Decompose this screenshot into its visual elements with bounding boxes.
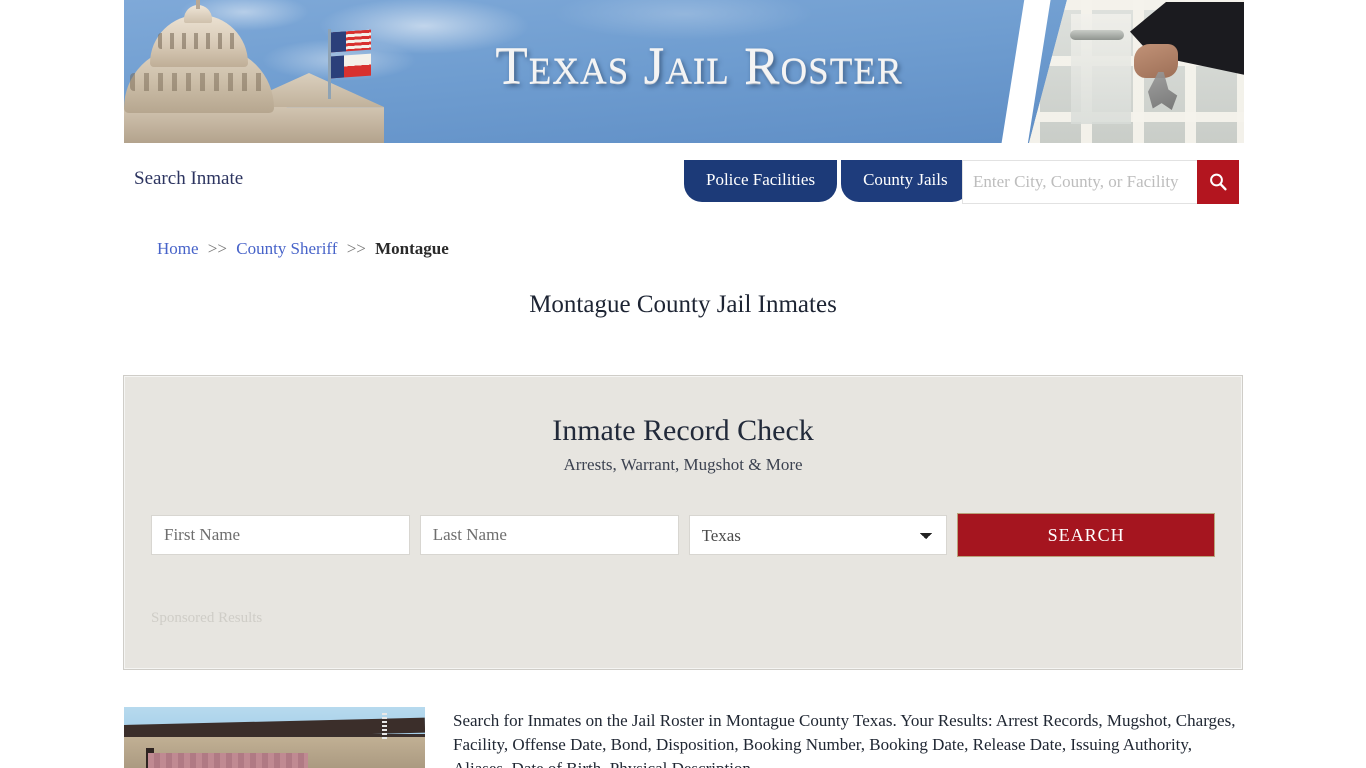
nav-search-input[interactable] (962, 160, 1197, 204)
breadcrumb-separator: >> (207, 239, 227, 258)
inmate-record-check-panel: Inmate Record Check Arrests, Warrant, Mu… (123, 375, 1243, 670)
site-brand[interactable]: Search Inmate (134, 168, 243, 190)
search-icon (1210, 173, 1227, 191)
search-submit-button[interactable]: SEARCH (957, 513, 1215, 557)
state-select[interactable]: Texas (688, 515, 948, 555)
nav-search (962, 160, 1239, 204)
panel-title: Inmate Record Check (552, 414, 814, 447)
facility-photo (124, 707, 425, 768)
description-paragraph: Search for Inmates on the Jail Roster in… (453, 711, 1236, 768)
page-root: Texas Jail Roster Search Inmate Police F… (0, 0, 1366, 768)
breadcrumb-item-county-sheriff[interactable]: County Sheriff (236, 239, 337, 258)
page-title: Montague County Jail Inmates (529, 291, 837, 318)
breadcrumb-item-current: Montague (375, 239, 449, 258)
last-name-input[interactable] (419, 515, 679, 555)
nav-search-button[interactable] (1197, 160, 1239, 204)
inmate-search-form: Texas SEARCH (151, 513, 1215, 557)
antenna-tower-icon (382, 713, 387, 739)
first-name-input[interactable] (151, 515, 410, 555)
breadcrumb: Home >> County Sheriff >> Montague (157, 239, 449, 259)
sponsored-results-label: Sponsored Results (151, 610, 263, 626)
tab-police-facilities[interactable]: Police Facilities (684, 160, 838, 203)
site-banner: Texas Jail Roster (124, 0, 1244, 143)
breadcrumb-item-home[interactable]: Home (157, 239, 199, 258)
panel-subtitle: Arrests, Warrant, Mugshot & More (563, 455, 803, 474)
nav-tabs: Police Facilities County Jails (684, 160, 970, 203)
tab-county-jails[interactable]: County Jails (841, 160, 970, 203)
banner-title: Texas Jail Roster (495, 37, 903, 95)
breadcrumb-separator: >> (346, 239, 366, 258)
navbar: Search Inmate Police Facilities County J… (124, 143, 1244, 223)
